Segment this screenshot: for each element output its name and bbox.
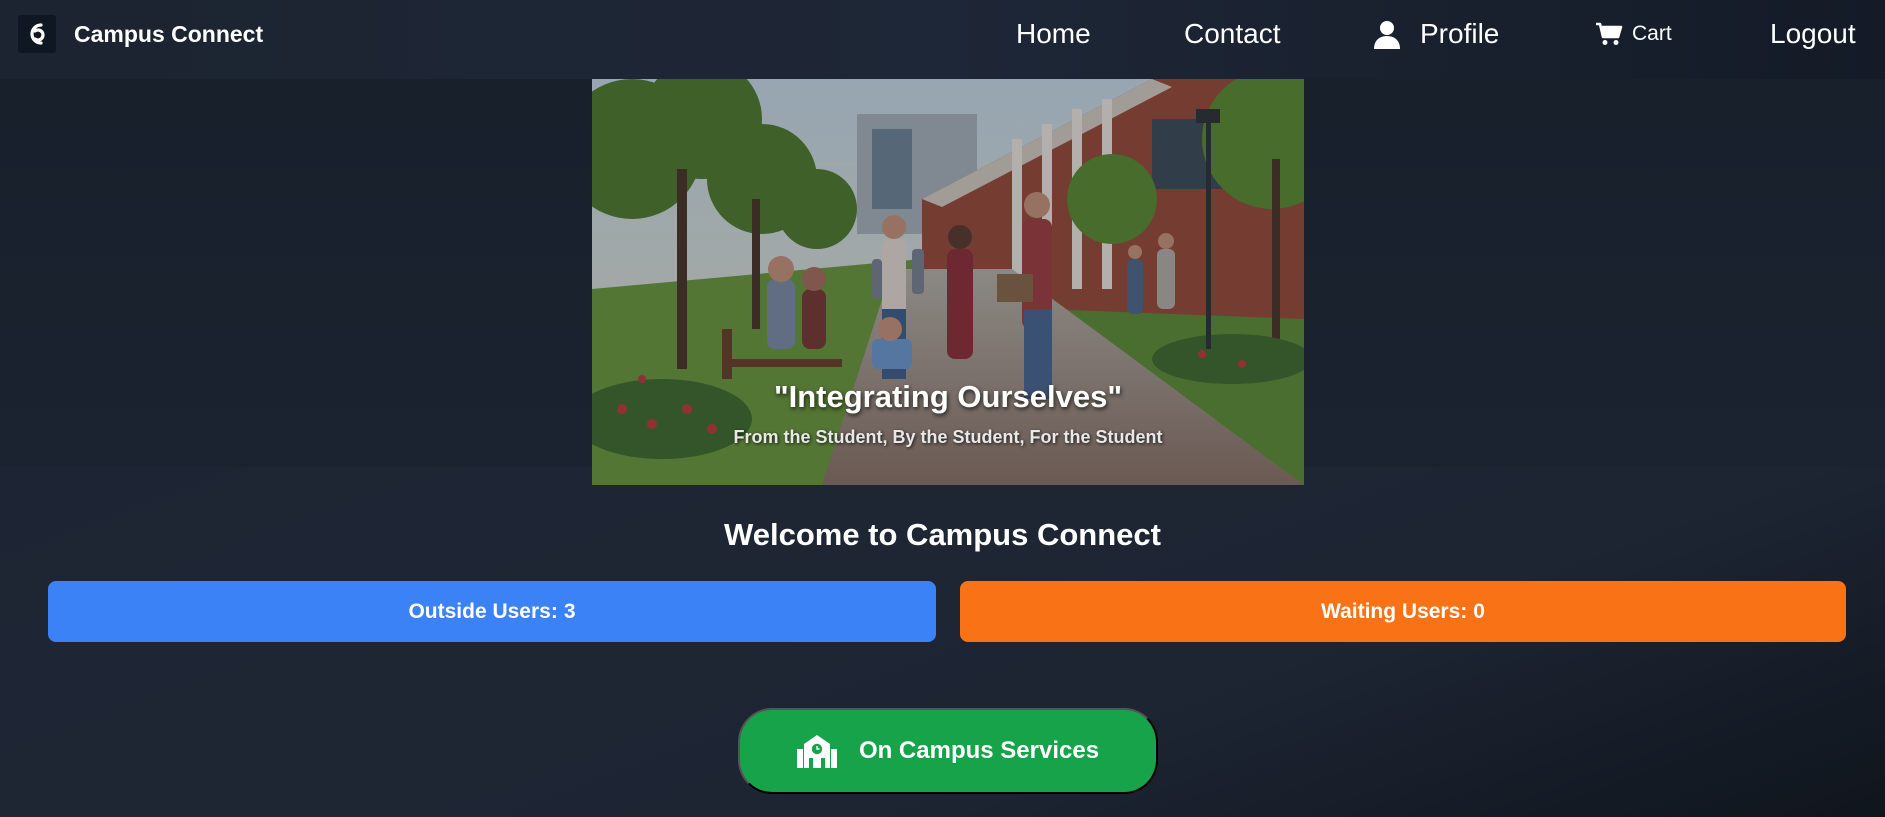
nav-cart-link[interactable]: Cart — [1595, 0, 1672, 68]
nav-profile-link[interactable]: Profile — [1372, 0, 1499, 68]
brand[interactable]: Campus Connect — [18, 15, 263, 53]
nav-home-link[interactable]: Home — [1016, 0, 1091, 68]
waiting-users-count: 0 — [1473, 599, 1485, 623]
school-building-icon — [796, 734, 837, 768]
outside-users-count: 3 — [563, 599, 576, 623]
waiting-users-stat: Waiting Users: 0 — [960, 581, 1846, 642]
nav-logout-link[interactable]: Logout — [1770, 0, 1856, 68]
outside-users-stat: Outside Users: 3 — [48, 581, 936, 642]
hero-title: "Integrating Ourselves" — [773, 379, 1123, 414]
navbar: Campus Connect Home Contact Profile Cart… — [0, 0, 1885, 79]
hero-subtitle: From the Student, By the Student, For th… — [733, 427, 1163, 447]
on-campus-services-label: On Campus Services — [858, 737, 1100, 764]
on-campus-services-button[interactable]: On Campus Services — [738, 708, 1158, 794]
brand-name: Campus Connect — [74, 20, 264, 47]
welcome-heading: Welcome to Campus Connect — [724, 517, 1161, 552]
nav-profile-label: Profile — [1420, 18, 1500, 49]
hero-banner: "Integrating Ourselves" From the Student… — [592, 79, 1304, 485]
waiting-users-label: Waiting Users: — [1321, 599, 1468, 623]
user-icon — [1372, 19, 1402, 49]
cart-icon — [1595, 22, 1623, 46]
nav-cart-label: Cart — [1632, 22, 1672, 45]
campus-connect-logo-icon — [18, 15, 56, 53]
hero-overlay — [592, 79, 1304, 485]
nav-contact-link[interactable]: Contact — [1184, 0, 1281, 68]
outside-users-label: Outside Users: — [408, 599, 558, 623]
